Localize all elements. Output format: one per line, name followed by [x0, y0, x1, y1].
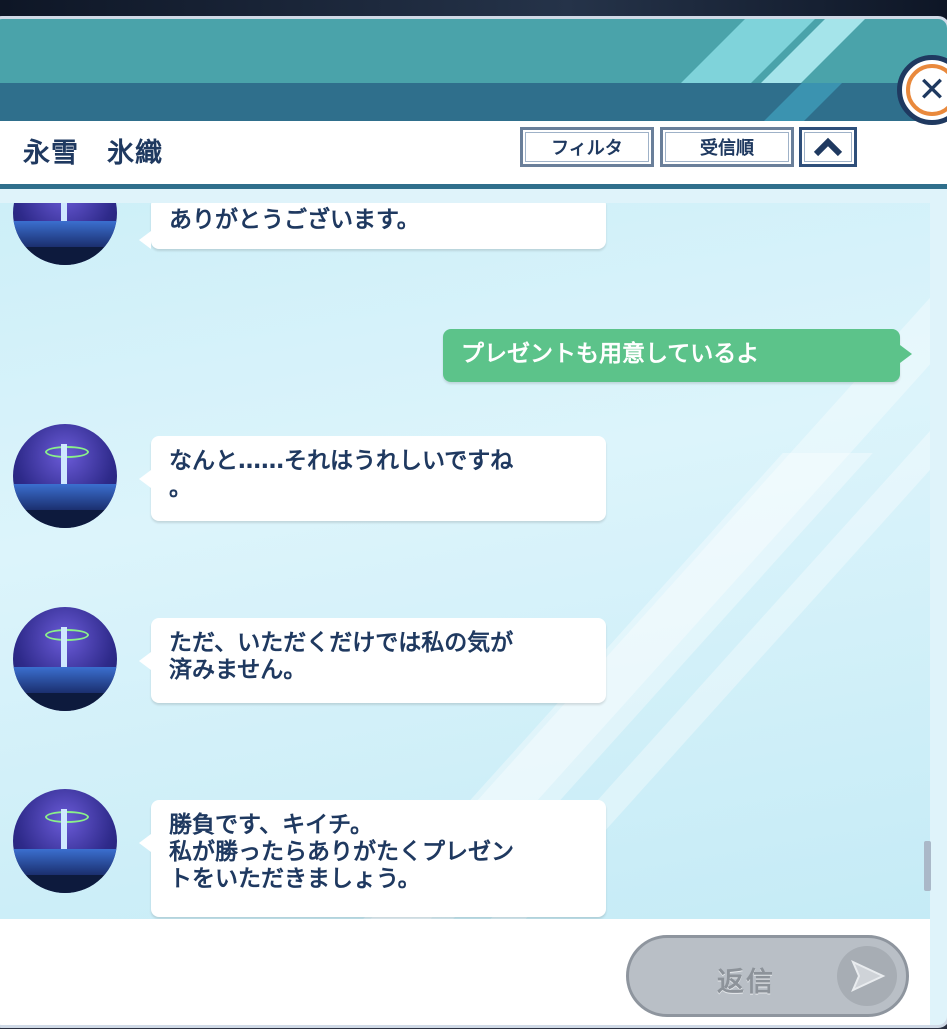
chat-area[interactable]: ありがとうございます。 プレゼントも用意しているよ なんと……それはうれしいです… — [0, 203, 930, 919]
message-bubble-incoming: 勝負です、キイチ。 私が勝ったらありがたくプレゼン トをいただきましょう。 — [139, 800, 606, 917]
reply-button-label: 返信 — [717, 967, 775, 998]
message-text: 勝負です、キイチ。 — [169, 812, 374, 838]
message-text: トをいただきましょう。 — [169, 866, 421, 892]
avatar — [13, 203, 117, 265]
close-icon: ✕ — [906, 64, 947, 116]
message-text: ただ、いただくだけでは私の気が — [169, 630, 514, 656]
avatar — [13, 607, 117, 711]
message-bubble-incoming: ありがとうございます。 — [139, 203, 606, 249]
contact-name: 永雪 氷織 — [23, 138, 163, 169]
message-window: 永雪 氷織 フィルタ 受信順 ありがとうございます。 プレゼントも用意しているよ — [0, 16, 947, 1028]
collapse-button[interactable] — [799, 127, 857, 167]
message-text: 済みません。 — [169, 657, 307, 683]
avatar — [13, 424, 117, 528]
message-text: なんと……それはうれしいですね — [169, 448, 514, 474]
send-arrow-icon — [837, 946, 897, 1006]
avatar — [13, 789, 117, 893]
message-text: プレゼントも用意しているよ — [461, 341, 760, 367]
scrollbar-thumb[interactable] — [924, 841, 931, 891]
title-bar: 永雪 氷織 フィルタ 受信順 — [0, 121, 947, 189]
reply-bar: 返信 — [0, 919, 930, 1025]
message-text: ありがとうございます。 — [169, 207, 420, 233]
message-text: 私が勝ったらありがたくプレゼン — [169, 839, 514, 865]
chevron-up-icon — [813, 137, 843, 157]
message-bubble-incoming: ただ、いただくだけでは私の気が 済みません。 — [139, 618, 606, 703]
reply-button[interactable]: 返信 — [626, 935, 909, 1017]
message-bubble-outgoing: プレゼントも用意しているよ — [443, 329, 912, 382]
message-bubble-incoming: なんと……それはうれしいですね 。 — [139, 436, 606, 521]
sort-order-button[interactable]: 受信順 — [660, 127, 794, 167]
message-text: 。 — [169, 475, 192, 501]
filter-button[interactable]: フィルタ — [520, 127, 654, 167]
